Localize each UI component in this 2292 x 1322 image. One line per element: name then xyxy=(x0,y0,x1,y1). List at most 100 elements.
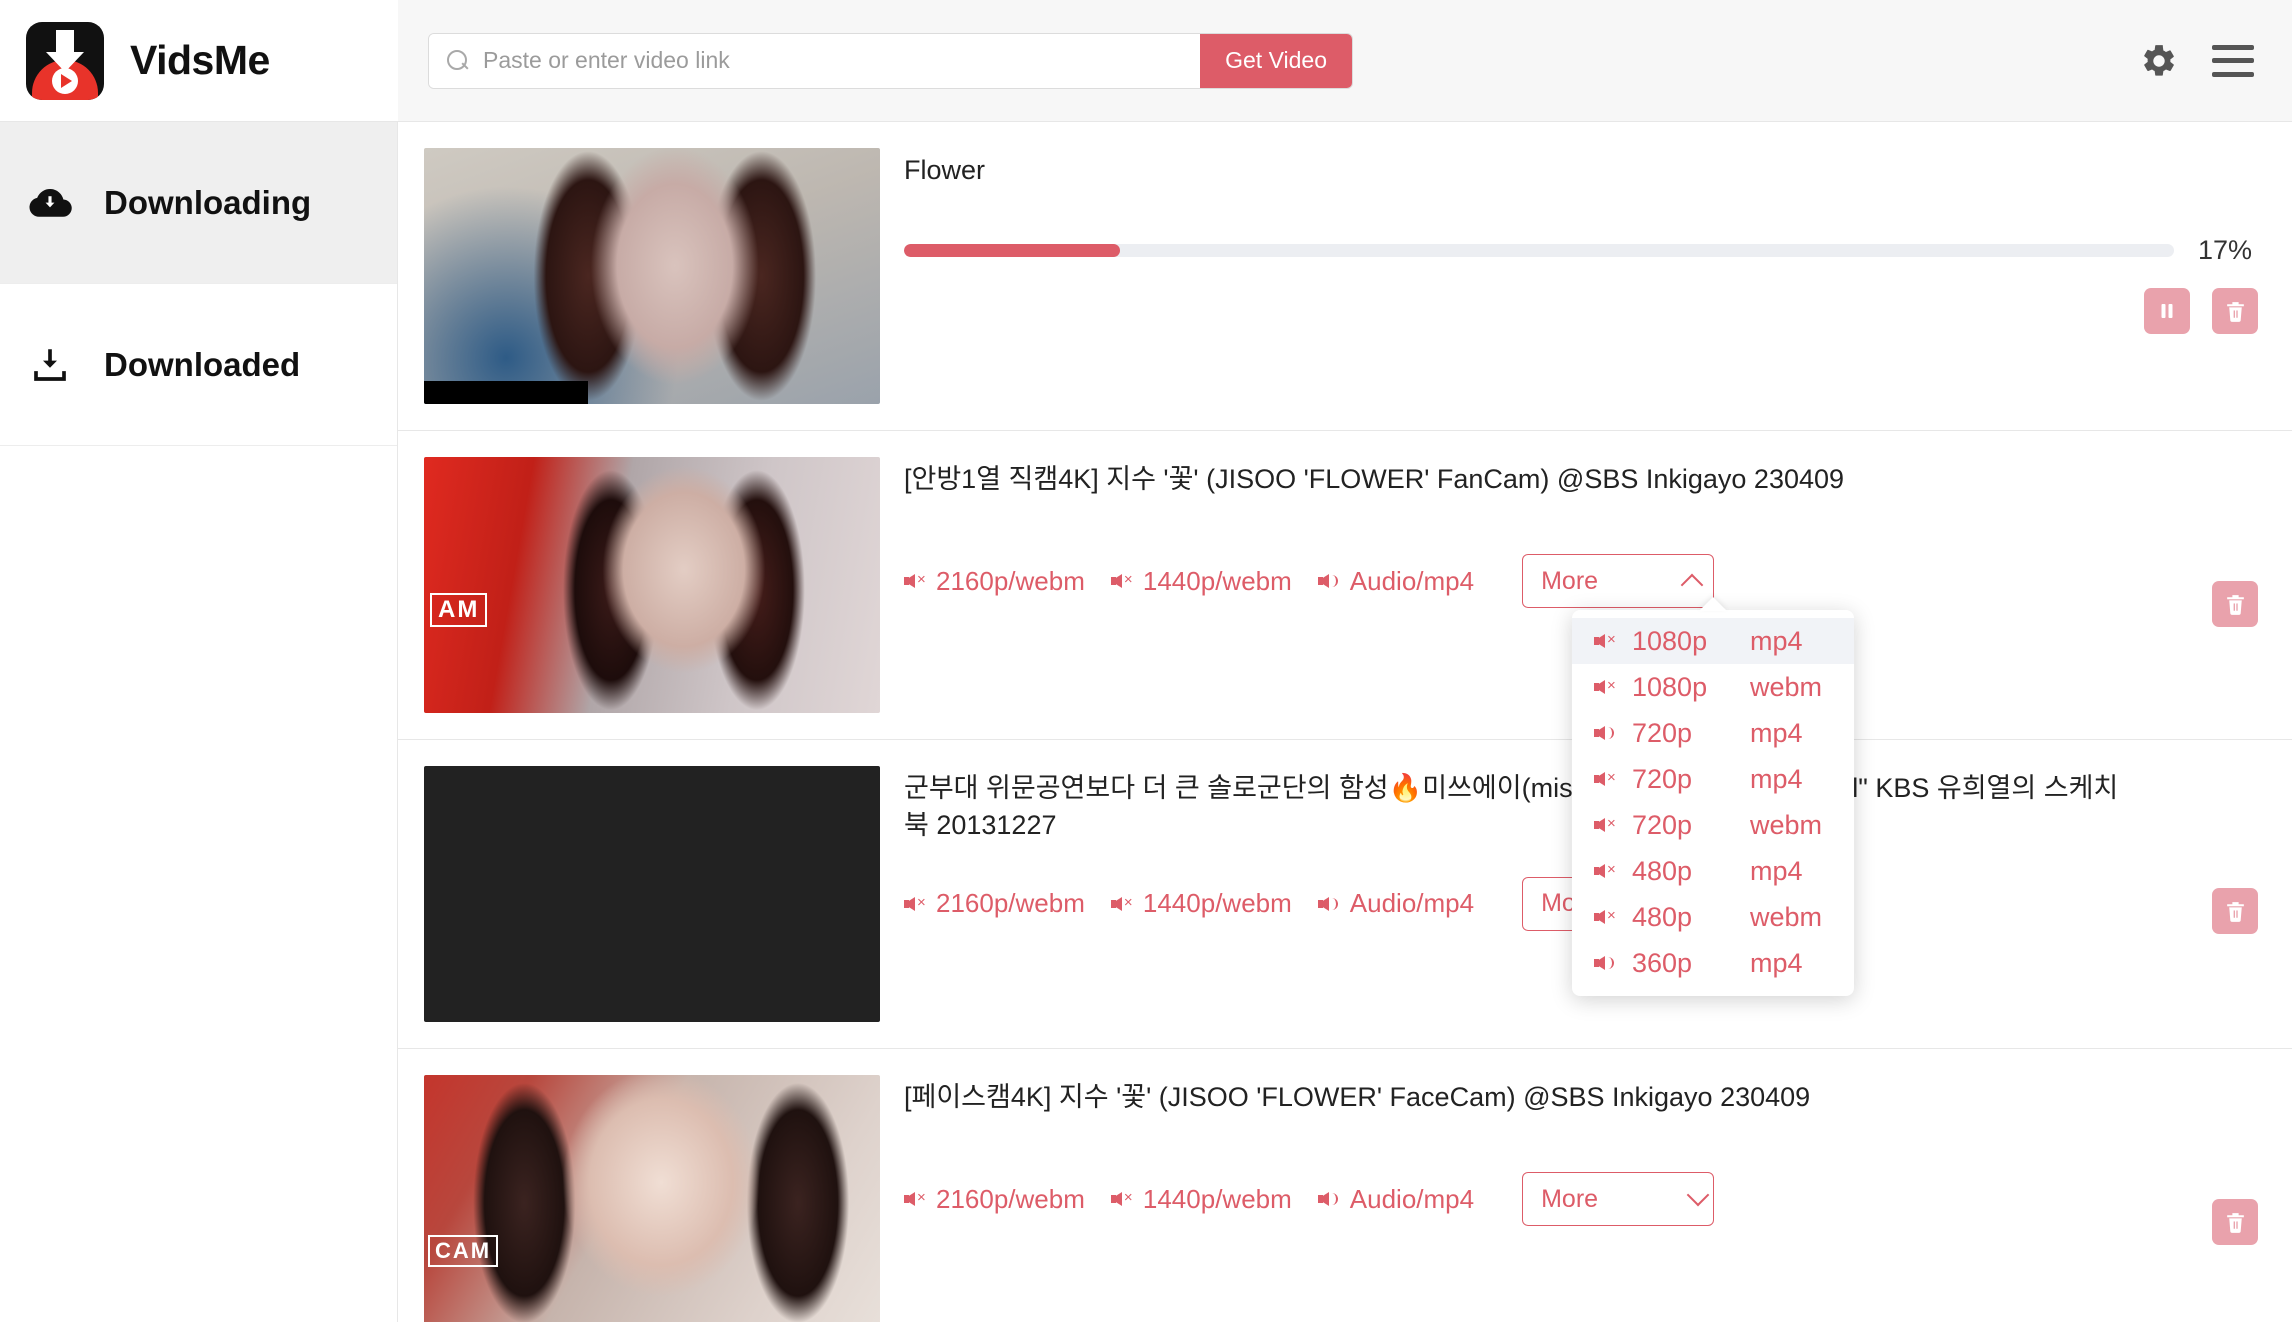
video-thumbnail[interactable] xyxy=(424,766,880,1022)
format-menu-item[interactable]: × 720p webm xyxy=(1572,802,1854,848)
format-menu-resolution: 1080p xyxy=(1632,625,1708,656)
format-chip[interactable]: × 1440p/webm xyxy=(1110,565,1292,597)
format-menu-item[interactable]: × 1080p webm xyxy=(1572,664,1854,710)
download-row: 군부대 위문공연보다 더 큰 솔로군단의 함성🔥미쓰에이(missA) "Bad… xyxy=(398,740,2292,1049)
format-chips: × 2160p/webm × 1440p/webm Audio/mp4 More xyxy=(904,554,2252,609)
sidebar-item-label: Downloading xyxy=(104,183,312,221)
delete-button[interactable] xyxy=(2212,1199,2258,1245)
vidsme-logo-icon xyxy=(26,21,104,100)
format-menu-item[interactable]: × 720p mp4 xyxy=(1572,756,1854,802)
search-field xyxy=(429,33,1201,88)
video-thumbnail[interactable]: AM xyxy=(424,457,880,713)
video-title: [페이스캠4K] 지수 '꽃' (JISOO 'FLOWER' FaceCam)… xyxy=(904,1082,1811,1112)
more-formats-button[interactable]: More xyxy=(1522,1172,1715,1227)
format-chip[interactable]: × 1440p/webm xyxy=(1110,1183,1292,1215)
row-actions xyxy=(2212,888,2258,934)
download-row: Flower 17% xyxy=(398,122,2292,431)
speaker-mute-icon: × xyxy=(904,892,932,916)
format-chip[interactable]: Audio/mp4 xyxy=(1317,566,1474,597)
delete-button[interactable] xyxy=(2212,888,2258,934)
download-row: CAM [페이스캠4K] 지수 '꽃' (JISOO 'FLOWER' Face… xyxy=(398,1049,2292,1322)
speaker-mute-icon: × xyxy=(904,569,932,593)
format-chip[interactable]: × 2160p/webm xyxy=(904,1184,1085,1215)
format-menu-extension: webm xyxy=(1750,809,1823,840)
search-bar: Get Video xyxy=(428,32,1353,89)
format-menu-item[interactable]: × 1080p mp4 xyxy=(1572,618,1854,664)
format-chip-label: Audio/mp4 xyxy=(1349,1183,1475,1214)
format-menu-item[interactable]: × 480p webm xyxy=(1572,894,1854,940)
gear-icon[interactable] xyxy=(2140,42,2178,80)
format-menu-item[interactable]: 720p mp4 xyxy=(1572,710,1854,756)
format-chips: × 2160p/webm × 1440p/webm Audio/mp4 More xyxy=(904,1172,2252,1227)
speaker-mute-icon: × xyxy=(1594,813,1622,837)
format-chip-label: 2160p/webm xyxy=(936,1183,1085,1214)
brand-area: VidsMe xyxy=(0,0,398,121)
format-menu-item[interactable]: 360p mp4 xyxy=(1572,940,1854,986)
speaker-mute-icon: × xyxy=(1594,675,1622,699)
progress-percent-label: 17% xyxy=(2197,235,2252,266)
speaker-mute-icon: × xyxy=(1594,629,1622,653)
download-row-body: [안방1열 직캠4K] 지수 '꽃' (JISOO 'FLOWER' FanCa… xyxy=(880,457,2292,609)
format-chip[interactable]: Audio/mp4 xyxy=(1317,1183,1475,1215)
sidebar-item-label: Downloaded xyxy=(104,345,301,383)
speaker-mute-icon: × xyxy=(904,1187,932,1211)
get-video-button[interactable]: Get Video xyxy=(1200,33,1352,88)
pause-button[interactable] xyxy=(2144,288,2190,334)
row-actions xyxy=(2144,288,2258,334)
cloud-download-icon xyxy=(26,179,74,227)
trash-icon xyxy=(2226,1212,2244,1233)
progress-area: 17% xyxy=(904,235,2252,266)
thumbnail-watermark: AM xyxy=(430,593,488,627)
download-row-body: Flower 17% xyxy=(880,148,2292,266)
format-menu-extension: mp4 xyxy=(1750,947,1803,978)
format-menu-resolution: 720p xyxy=(1632,717,1693,748)
delete-button[interactable] xyxy=(2212,288,2258,334)
sidebar-item-downloaded[interactable]: Downloaded xyxy=(0,284,397,446)
search-input[interactable] xyxy=(483,47,1183,74)
speaker-mute-icon: × xyxy=(1594,905,1622,929)
speaker-on-icon xyxy=(1317,1187,1346,1211)
speaker-mute-icon: × xyxy=(1594,767,1622,791)
format-menu-extension: webm xyxy=(1750,901,1823,932)
thumbnail-watermark: CAM xyxy=(428,1235,499,1267)
delete-button[interactable] xyxy=(2212,581,2258,627)
download-tray-icon xyxy=(26,341,74,389)
speaker-on-icon xyxy=(1317,892,1346,916)
format-chip-label: Audio/mp4 xyxy=(1349,888,1475,918)
format-chip-label: 2160p/webm xyxy=(936,888,1085,918)
trash-icon xyxy=(2226,594,2244,615)
video-title: [안방1열 직캠4K] 지수 '꽃' (JISOO 'FLOWER' FanCa… xyxy=(904,464,1845,494)
sidebar-item-downloading[interactable]: Downloading xyxy=(0,122,397,284)
format-chip[interactable]: × 2160p/webm xyxy=(904,566,1085,597)
format-chip-label: 1440p/webm xyxy=(1142,565,1292,596)
video-title: 군부대 위문공연보다 더 큰 솔로군단의 함성🔥미쓰에이(missA) "Bad… xyxy=(904,773,2119,841)
video-thumbnail[interactable] xyxy=(424,148,880,404)
format-menu-resolution: 480p xyxy=(1632,855,1693,886)
format-menu-extension: mp4 xyxy=(1750,625,1803,656)
top-bar-main: Get Video xyxy=(398,0,2292,121)
video-title: Flower xyxy=(904,155,986,185)
format-menu-resolution: 720p xyxy=(1632,763,1693,794)
format-menu-resolution: 360p xyxy=(1632,947,1693,978)
speaker-mute-icon: × xyxy=(1110,1187,1139,1211)
format-chip[interactable]: × 1440p/webm xyxy=(1110,888,1292,919)
speaker-on-icon xyxy=(1594,951,1622,975)
app-body: Downloading Downloaded Flower 17% AM [안방… xyxy=(0,122,2292,1322)
pause-icon xyxy=(2161,304,2173,318)
app-title: VidsMe xyxy=(130,37,270,83)
hamburger-menu-icon[interactable] xyxy=(2212,44,2254,77)
format-menu-item[interactable]: × 480p mp4 xyxy=(1572,848,1854,894)
more-formats-button[interactable]: More xyxy=(1522,554,1715,609)
format-chip[interactable]: × 2160p/webm xyxy=(904,888,1085,919)
progress-bar xyxy=(904,244,2174,258)
more-formats-label: More xyxy=(1541,1184,1599,1213)
format-chip-label: 1440p/webm xyxy=(1142,1183,1292,1214)
top-bar: VidsMe Get Video xyxy=(0,0,2292,122)
speaker-mute-icon: × xyxy=(1110,569,1139,593)
format-chip[interactable]: Audio/mp4 xyxy=(1317,888,1475,919)
video-thumbnail[interactable]: CAM xyxy=(424,1075,880,1322)
trash-icon xyxy=(2226,901,2244,922)
format-dropdown-menu: × 1080p mp4 × 1080p webm 720p mp4 × 720p mp4 × 720p w… xyxy=(1572,610,1854,996)
progress-bar-fill xyxy=(904,244,1120,258)
format-chip-label: 2160p/webm xyxy=(936,565,1085,596)
